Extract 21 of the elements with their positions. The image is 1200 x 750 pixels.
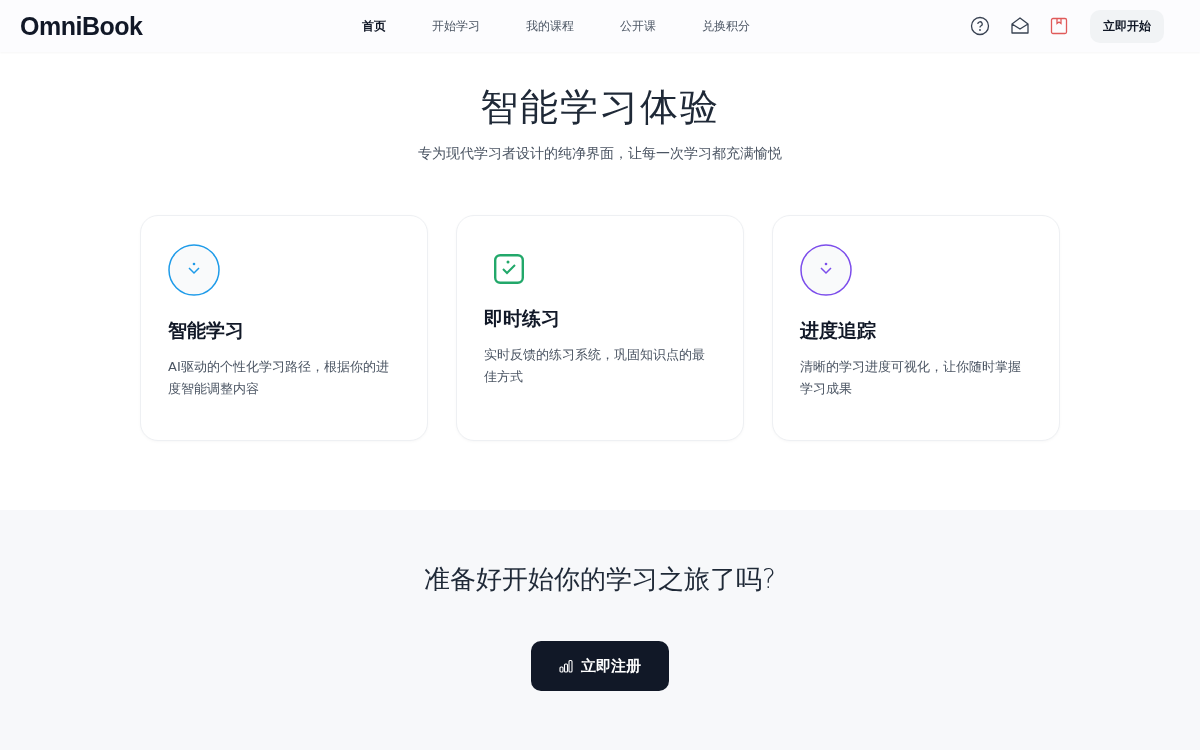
card-description: AI驱动的个性化学习路径，根据你的进度智能调整内容 bbox=[168, 358, 390, 398]
card-title: 智能学习 bbox=[168, 318, 245, 343]
nav-link[interactable]: 公开课 bbox=[620, 17, 656, 35]
section-title: 智能学习体验 bbox=[480, 84, 720, 131]
start-button[interactable]: 立即开始 bbox=[1090, 9, 1164, 43]
card-description: 清晰的学习进度可视化，让你随时掌握学习成果 bbox=[800, 358, 1022, 398]
register-button[interactable]: 立即注册 bbox=[531, 641, 669, 691]
bookmark-icon[interactable] bbox=[1050, 17, 1068, 35]
bar-chart-icon bbox=[559, 659, 573, 673]
help-icon[interactable] bbox=[970, 16, 990, 36]
nav-link[interactable]: 我的课程 bbox=[526, 17, 574, 35]
nav-link[interactable]: 首页 bbox=[362, 17, 386, 35]
card-title: 进度追踪 bbox=[800, 318, 877, 343]
card-description: 实时反馈的练习系统，巩固知识点的最佳方式 bbox=[484, 346, 706, 386]
nav-link[interactable]: 开始学习 bbox=[432, 17, 480, 35]
section-subtitle: 专为现代学习者设计的纯净界面，让每一次学习都充满愉悦 bbox=[418, 145, 782, 163]
nav-link[interactable]: 兑换积分 bbox=[702, 17, 750, 35]
signup-heading: 准备好开始你的学习之旅了吗? bbox=[424, 563, 776, 596]
mail-icon[interactable] bbox=[1010, 16, 1030, 36]
logo[interactable]: OmniBook bbox=[20, 13, 143, 39]
card-title: 即时练习 bbox=[484, 306, 561, 331]
